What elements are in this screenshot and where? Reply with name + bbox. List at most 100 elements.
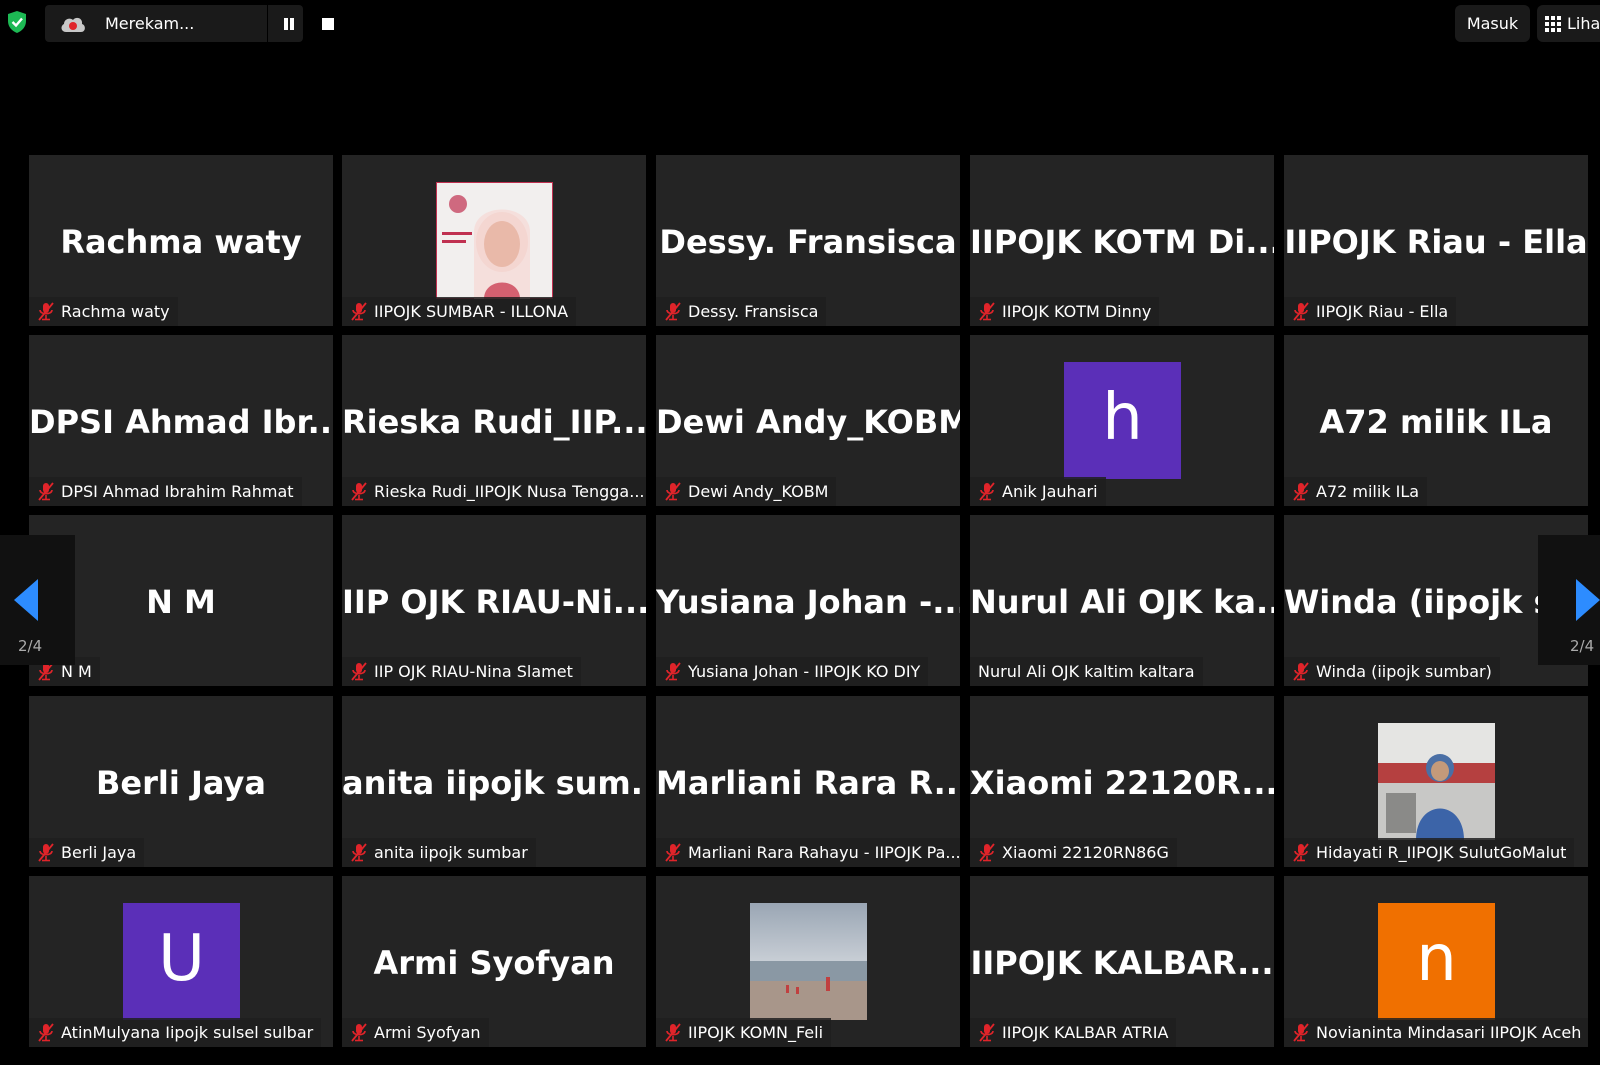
- participant-display-name: A72 milik ILa: [1319, 403, 1553, 441]
- muted-mic-icon: [38, 302, 54, 321]
- next-page-button[interactable]: 2/4: [1538, 535, 1600, 665]
- letter-avatar: U: [123, 903, 240, 1020]
- participant-name-label: Anik Jauhari: [1002, 482, 1098, 501]
- participant-tile[interactable]: IIP OJK RIAU-Ni... IIP OJK RIAU-Nina Slam…: [342, 515, 646, 686]
- participant-tile[interactable]: Dewi Andy_KOBM Dewi Andy_KOBM: [656, 335, 960, 506]
- pause-recording-button[interactable]: [281, 16, 297, 32]
- participant-display-name: Berli Jaya: [96, 764, 266, 802]
- view-button[interactable]: Lihat: [1537, 5, 1600, 42]
- muted-mic-icon: [665, 302, 681, 321]
- participant-name-tag: IIP OJK RIAU-Nina Slamet: [342, 657, 581, 686]
- arrow-right-icon: [1576, 579, 1600, 621]
- muted-mic-icon: [1293, 1023, 1309, 1042]
- participant-tile[interactable]: DPSI Ahmad Ibr... DPSI Ahmad Ibrahim Rahm…: [29, 335, 333, 506]
- participant-name-label: Yusiana Johan - IIPOJK KO DIY: [688, 662, 921, 681]
- participant-name-label: IIPOJK KOMN_Feli: [688, 1023, 824, 1042]
- participant-tile[interactable]: Rachma waty Rachma waty: [29, 155, 333, 326]
- participant-name-label: A72 milik ILa: [1316, 482, 1420, 501]
- participant-display-name: Dewi Andy_KOBM: [656, 403, 960, 441]
- profile-photo: [1378, 723, 1495, 840]
- muted-mic-icon: [38, 1023, 54, 1042]
- participant-tile[interactable]: Berli Jaya Berli Jaya: [29, 696, 333, 867]
- participant-name-label: IIPOJK KALBAR ATRIA: [1002, 1023, 1169, 1042]
- profile-photo: [436, 182, 553, 299]
- participant-name-tag: IIPOJK KALBAR ATRIA: [970, 1018, 1177, 1047]
- arrow-left-icon: [14, 579, 38, 621]
- participant-name-label: Winda (iipojk sumbar): [1316, 662, 1492, 681]
- participant-tile[interactable]: IIPOJK KOMN_Feli: [656, 876, 960, 1047]
- participant-tile[interactable]: IIPOJK KALBAR... IIPOJK KALBAR ATRIA: [970, 876, 1274, 1047]
- participant-name-label: Dewi Andy_KOBM: [688, 482, 829, 501]
- stop-recording-button[interactable]: [320, 16, 336, 32]
- muted-mic-icon: [38, 843, 54, 862]
- muted-mic-icon: [979, 843, 995, 862]
- participant-display-name: Nurul Ali OJK ka...: [970, 583, 1274, 621]
- participant-name-tag: IIPOJK Riau - Ella: [1284, 297, 1457, 326]
- letter-avatar: n: [1378, 903, 1495, 1020]
- participant-name-tag: Marliani Rara Rahayu - IIPOJK Pa...: [656, 838, 960, 867]
- participant-name-tag: IIPOJK KOMN_Feli: [656, 1018, 832, 1047]
- participant-tile[interactable]: Dessy. Fransisca Dessy. Fransisca: [656, 155, 960, 326]
- participant-name-label: Novianinta Mindasari IIPOJK Aceh: [1316, 1023, 1582, 1042]
- participant-tile[interactable]: n Novianinta Mindasari IIPOJK Aceh: [1284, 876, 1588, 1047]
- participant-name-tag: AtinMulyana Iipojk sulsel sulbar: [29, 1018, 322, 1047]
- participant-display-name: IIPOJK KOTM Di...: [970, 223, 1274, 261]
- participant-name-label: DPSI Ahmad Ibrahim Rahmat: [61, 482, 294, 501]
- participant-name-tag: Hidayati R_IIPOJK SulutGoMalut: [1284, 838, 1575, 867]
- participant-display-name: Marliani Rara R...: [656, 764, 960, 802]
- participant-name-tag: Rachma waty: [29, 297, 178, 326]
- participant-tile[interactable]: U AtinMulyana Iipojk sulsel sulbar: [29, 876, 333, 1047]
- participant-tile[interactable]: Marliani Rara R... Marliani Rara Rahayu -…: [656, 696, 960, 867]
- participant-name-label: Nurul Ali OJK kaltim kaltara: [978, 662, 1195, 681]
- participant-name-tag: Rieska Rudi_IIPOJK Nusa Tengga...: [342, 477, 646, 506]
- participant-name-tag: Anik Jauhari: [970, 477, 1106, 506]
- muted-mic-icon: [351, 302, 367, 321]
- participant-name-tag: Novianinta Mindasari IIPOJK Aceh: [1284, 1018, 1588, 1047]
- muted-mic-icon: [1293, 302, 1309, 321]
- participant-tile[interactable]: IIPOJK SUMBAR - ILLONA: [342, 155, 646, 326]
- participant-name-label: IIPOJK KOTM Dinny: [1002, 302, 1152, 321]
- participant-name-tag: Winda (iipojk sumbar): [1284, 657, 1500, 686]
- participant-display-name: DPSI Ahmad Ibr...: [29, 403, 333, 441]
- muted-mic-icon: [351, 843, 367, 862]
- participant-display-name: Armi Syofyan: [373, 944, 615, 982]
- participant-tile[interactable]: IIPOJK Riau - Ella IIPOJK Riau - Ella: [1284, 155, 1588, 326]
- participant-name-label: Rachma waty: [61, 302, 170, 321]
- muted-mic-icon: [665, 662, 681, 681]
- participant-name-label: Xiaomi 22120RN86G: [1002, 843, 1169, 862]
- participant-tile[interactable]: anita iipojk sum... anita iipojk sumbar: [342, 696, 646, 867]
- sign-in-button[interactable]: Masuk: [1455, 5, 1530, 42]
- participant-tile[interactable]: IIPOJK KOTM Di... IIPOJK KOTM Dinny: [970, 155, 1274, 326]
- recording-indicator: Merekam...: [45, 5, 334, 42]
- participant-tile[interactable]: Yusiana Johan -... Yusiana Johan - IIPOJK…: [656, 515, 960, 686]
- participant-tile[interactable]: A72 milik ILa A72 milik ILa: [1284, 335, 1588, 506]
- participant-tile[interactable]: Rieska Rudi_IIP... Rieska Rudi_IIPOJK Nus…: [342, 335, 646, 506]
- muted-mic-icon: [1293, 843, 1309, 862]
- participant-name-label: anita iipojk sumbar: [374, 843, 528, 862]
- participant-display-name: Rachma waty: [60, 223, 302, 261]
- participant-tile[interactable]: Hidayati R_IIPOJK SulutGoMalut: [1284, 696, 1588, 867]
- muted-mic-icon: [351, 482, 367, 501]
- muted-mic-icon: [665, 1023, 681, 1042]
- muted-mic-icon: [979, 482, 995, 501]
- participant-tile[interactable]: Armi Syofyan Armi Syofyan: [342, 876, 646, 1047]
- participant-name-label: IIPOJK Riau - Ella: [1316, 302, 1449, 321]
- participant-display-name: Rieska Rudi_IIP...: [342, 403, 646, 441]
- participant-display-name: IIPOJK KALBAR...: [970, 944, 1274, 982]
- muted-mic-icon: [351, 1023, 367, 1042]
- participant-name-tag: Armi Syofyan: [342, 1018, 489, 1047]
- participant-tile[interactable]: Nurul Ali OJK ka... Nurul Ali OJK kaltim …: [970, 515, 1274, 686]
- participant-tile[interactable]: h Anik Jauhari: [970, 335, 1274, 506]
- participant-tile[interactable]: Xiaomi 22120R... Xiaomi 22120RN86G: [970, 696, 1274, 867]
- muted-mic-icon: [979, 1023, 995, 1042]
- security-shield-icon[interactable]: [6, 10, 28, 34]
- participant-name-tag: anita iipojk sumbar: [342, 838, 536, 867]
- participant-name-label: IIPOJK SUMBAR - ILLONA: [374, 302, 569, 321]
- cloud-record-icon: [61, 17, 85, 32]
- participant-name-label: Marliani Rara Rahayu - IIPOJK Pa...: [688, 843, 960, 862]
- previous-page-button[interactable]: 2/4: [0, 535, 75, 665]
- participant-name-label: AtinMulyana Iipojk sulsel sulbar: [61, 1023, 314, 1042]
- participant-name-label: Armi Syofyan: [374, 1023, 481, 1042]
- pause-icon-bar: [284, 18, 288, 30]
- participant-name-label: Dessy. Fransisca: [688, 302, 819, 321]
